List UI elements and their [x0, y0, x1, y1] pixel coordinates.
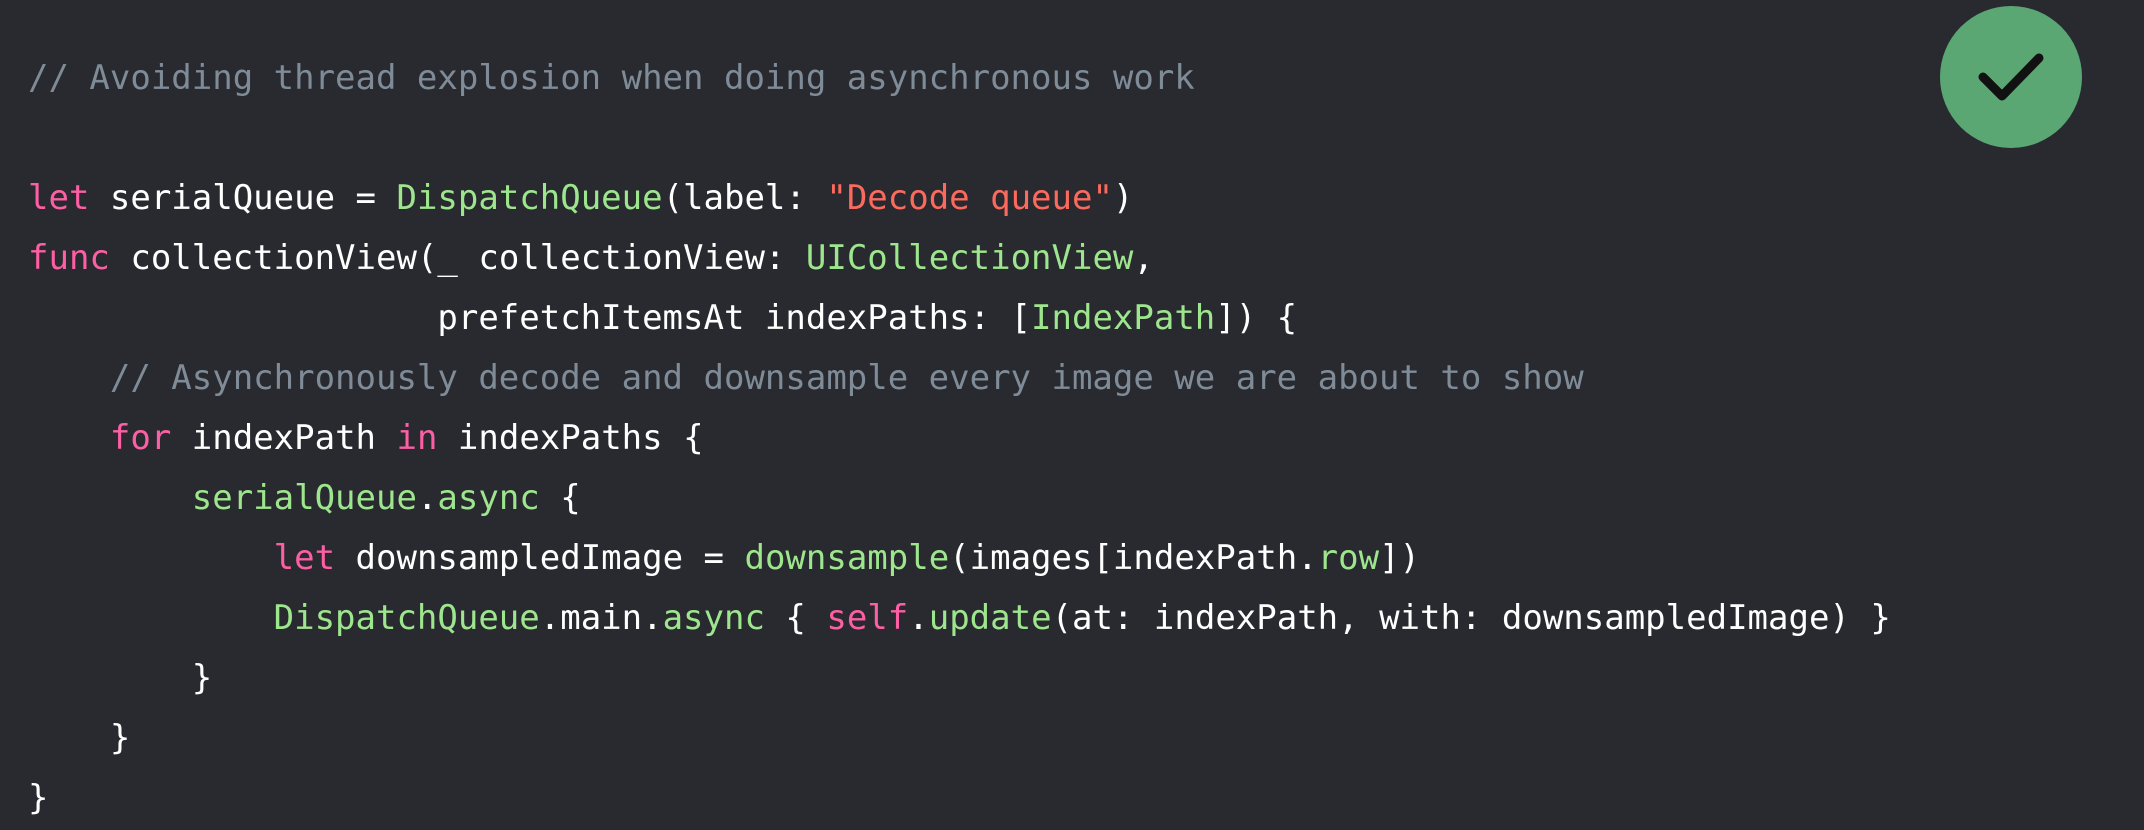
- code-token-func: update: [928, 598, 1052, 638]
- code-token-plain: indexPath: [171, 418, 397, 458]
- code-token-string: "Decode queue": [826, 178, 1113, 218]
- code-line: let serialQueue = DispatchQueue(label: "…: [28, 168, 1133, 228]
- code-token-plain: }: [28, 658, 213, 698]
- code-line: }: [28, 648, 212, 708]
- code-token-keyword: self: [826, 598, 909, 638]
- code-line: }: [28, 708, 130, 768]
- code-line: let downsampledImage = downsample(images…: [28, 528, 1420, 588]
- code-line: func collectionView(_ collectionView: UI…: [28, 228, 1154, 288]
- code-token-plain: .: [416, 478, 438, 518]
- checkmark-icon: [1978, 53, 2044, 101]
- code-view: // Avoiding thread explosion when doing …: [0, 0, 2144, 830]
- code-token-plain: {: [539, 478, 581, 518]
- code-token-plain: }: [28, 718, 131, 758]
- code-token-func: DispatchQueue: [396, 178, 663, 218]
- code-token-plain: collectionView(_ collectionView:: [109, 238, 806, 278]
- code-token-keyword: for: [109, 418, 172, 458]
- code-token-keyword: let: [273, 538, 336, 578]
- code-line: // Asynchronously decode and downsample …: [28, 348, 1584, 408]
- code-token-func: async: [662, 598, 765, 638]
- code-token-plain: downsampledImage =: [335, 538, 745, 578]
- code-line: serialQueue.async {: [28, 468, 581, 528]
- code-line: prefetchItemsAt indexPaths: [IndexPath])…: [28, 288, 1297, 348]
- code-token-func: async: [437, 478, 540, 518]
- code-token-plain: ): [1112, 178, 1134, 218]
- code-token-plain: .main.: [539, 598, 663, 638]
- code-token-plain: (images[indexPath.: [949, 538, 1318, 578]
- code-token-plain: ]) {: [1215, 298, 1298, 338]
- code-line: }: [28, 768, 48, 828]
- code-token-plain: serialQueue =: [89, 178, 397, 218]
- code-token-keyword: func: [28, 238, 110, 278]
- code-line: // Avoiding thread explosion when doing …: [28, 48, 1195, 108]
- code-token-func: row: [1317, 538, 1380, 578]
- code-line: DispatchQueue.main.async { self.update(a…: [28, 588, 1891, 648]
- code-token-func: downsample: [744, 538, 950, 578]
- code-token-plain: ]): [1379, 538, 1421, 578]
- code-token-comment: // Asynchronously decode and downsample …: [28, 358, 1584, 398]
- checkmark-badge: [1940, 6, 2082, 148]
- code-token-comment: // Avoiding thread explosion when doing …: [28, 58, 1195, 98]
- code-token-plain: ,: [1133, 238, 1154, 278]
- code-line: for indexPath in indexPaths {: [28, 408, 704, 468]
- code-token-plain: .: [908, 598, 929, 638]
- code-token-plain: }: [28, 778, 49, 818]
- code-token-plain: indexPaths {: [437, 418, 704, 458]
- code-token-keyword: in: [396, 418, 438, 458]
- code-token-keyword: let: [28, 178, 90, 218]
- code-token-plain: (label:: [662, 178, 827, 218]
- code-token-plain: (at: indexPath, with: downsampledImage) …: [1051, 598, 1891, 638]
- code-token-func: serialQueue: [191, 478, 417, 518]
- code-token-plain: prefetchItemsAt indexPaths: [: [28, 298, 1032, 338]
- code-token-func: DispatchQueue: [273, 598, 540, 638]
- code-token-plain: {: [764, 598, 827, 638]
- code-token-func: UICollectionView: [805, 238, 1134, 278]
- code-token-func: IndexPath: [1031, 298, 1216, 338]
